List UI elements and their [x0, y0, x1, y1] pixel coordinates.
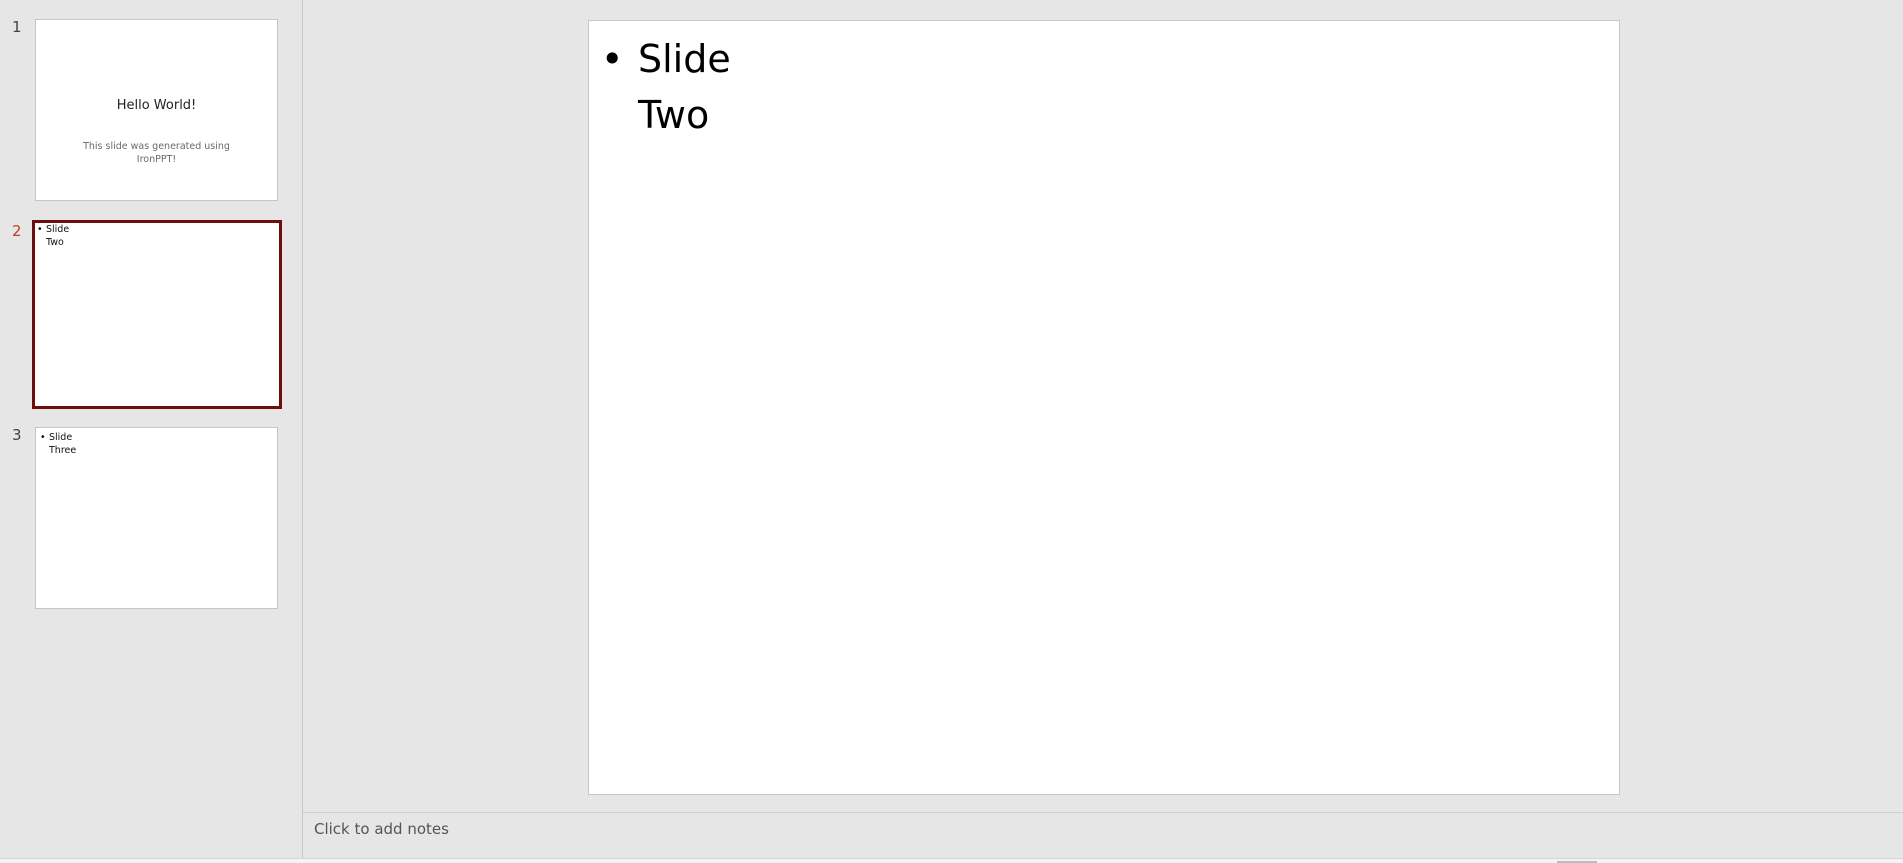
- slide-number: 2: [12, 222, 22, 240]
- slide-thumbnail-pane[interactable]: 1 Hello World! This slide was generated …: [0, 0, 303, 858]
- slide-thumbnail-preview[interactable]: Hello World! This slide was generated us…: [35, 19, 278, 201]
- notes-placeholder[interactable]: Click to add notes: [314, 820, 449, 838]
- slide-number: 1: [12, 18, 22, 36]
- thumbnail-subtitle: This slide was generated using IronPPT!: [83, 141, 230, 165]
- notes-pane[interactable]: Click to add notes: [303, 812, 1903, 859]
- thumbnail-bullet-text: Slide Three: [49, 432, 77, 456]
- presentation-editor: 1 Hello World! This slide was generated …: [0, 0, 1903, 863]
- slide-thumbnail-1[interactable]: 1 Hello World! This slide was generated …: [0, 18, 302, 208]
- bullet-icon: •: [40, 432, 46, 443]
- bullet-icon: •: [37, 224, 43, 235]
- slide-canvas[interactable]: • Slide Two: [588, 20, 1620, 795]
- slide-thumbnail-3[interactable]: 3 • Slide Three: [0, 426, 302, 616]
- status-bar-edge: [0, 858, 1903, 863]
- bullet-icon: •: [601, 37, 624, 81]
- slide-content-text[interactable]: Slide Two: [638, 31, 778, 143]
- slide-number: 3: [12, 426, 22, 444]
- slide-thumbnail-preview[interactable]: • Slide Three: [35, 427, 278, 609]
- thumbnail-bullet-text: Slide Two: [46, 224, 70, 248]
- slide-thumbnail-preview[interactable]: • Slide Two: [32, 220, 282, 409]
- slide-thumbnail-2[interactable]: 2 • Slide Two: [0, 220, 302, 412]
- thumbnail-title: Hello World!: [116, 98, 197, 113]
